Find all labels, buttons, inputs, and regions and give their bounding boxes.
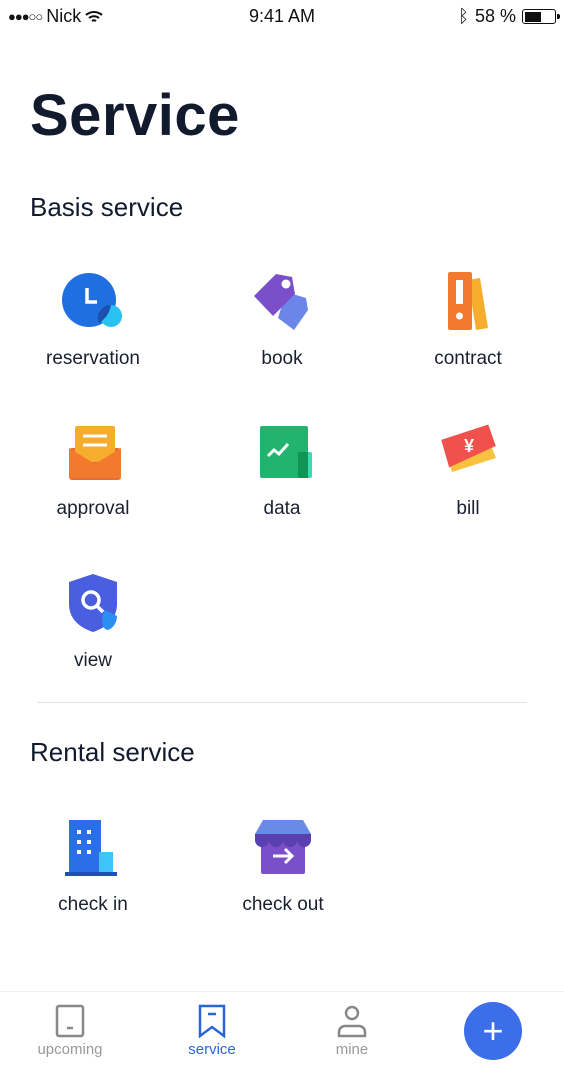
tablet-icon [55, 1004, 85, 1038]
service-label: approval [56, 498, 130, 519]
service-label: check out [242, 894, 324, 915]
status-bar: ●●●○○ Nick 9:41 AM ᛒ 58 % [0, 0, 564, 32]
envelope-icon [69, 426, 121, 480]
shield-search-icon [69, 574, 117, 632]
service-label: reservation [46, 348, 140, 369]
binder-icon [448, 272, 488, 330]
service-check-in[interactable]: check in [3, 816, 183, 916]
section-title-rental: Rental service [30, 737, 195, 767]
service-label: check in [58, 894, 128, 915]
service-data[interactable]: data [192, 420, 372, 520]
ticket-icon: ¥ [441, 424, 496, 472]
battery-icon [522, 9, 560, 24]
tab-label: mine [335, 1041, 369, 1058]
service-approval[interactable]: approval [3, 420, 183, 520]
svg-text:¥: ¥ [464, 436, 474, 456]
service-reservation[interactable]: reservation [3, 270, 183, 370]
store-exit-icon [255, 820, 311, 874]
service-label: data [263, 498, 301, 519]
service-contract[interactable]: contract [378, 270, 558, 370]
service-label: contract [434, 348, 502, 369]
tag-icon [254, 274, 308, 330]
section-title-basis: Basis service [30, 192, 184, 222]
service-book[interactable]: book [192, 270, 372, 370]
bluetooth-icon: ᛒ [458, 6, 469, 26]
bookmark-icon [198, 1004, 226, 1038]
service-label: bill [456, 498, 480, 519]
chart-icon [260, 426, 312, 478]
tab-label: upcoming [37, 1041, 103, 1058]
service-label: view [73, 650, 112, 671]
service-view[interactable]: view [3, 572, 183, 672]
tab-bar: upcoming service mine + [0, 991, 564, 1066]
service-check-out[interactable]: check out [193, 816, 373, 916]
section-divider [37, 702, 527, 703]
building-icon [65, 820, 117, 876]
service-bill[interactable]: ¥ bill [378, 420, 558, 520]
tab-service[interactable]: service [162, 1004, 262, 1058]
tab-mine[interactable]: mine [302, 1004, 402, 1058]
person-icon [337, 1005, 367, 1038]
clock-icon [62, 273, 122, 327]
page-title: Service [30, 83, 240, 148]
tab-label: service [188, 1041, 236, 1058]
battery-text: 58 % [474, 6, 516, 26]
tab-upcoming[interactable]: upcoming [20, 1004, 120, 1058]
add-button[interactable]: + [464, 1002, 522, 1060]
service-label: book [261, 348, 303, 369]
